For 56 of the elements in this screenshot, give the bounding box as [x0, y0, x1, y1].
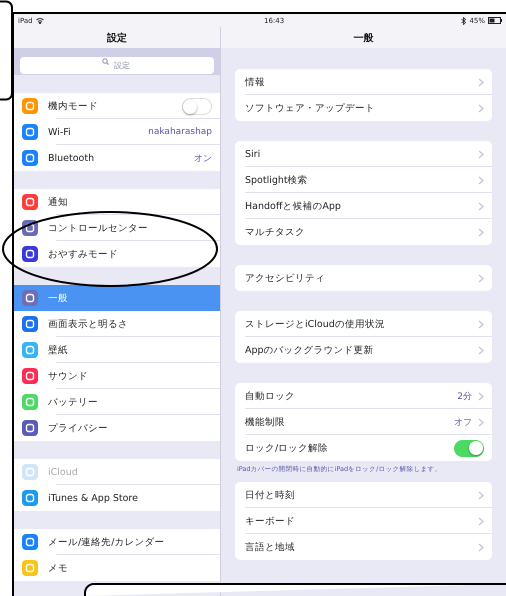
chevron-icon: [478, 418, 484, 426]
sidebar-item[interactable]: コントロールセンター: [14, 215, 220, 241]
sidebar-item[interactable]: 壁紙: [14, 337, 220, 363]
settings-row[interactable]: ロック/ロック解除: [235, 435, 492, 461]
settings-row[interactable]: Siri: [235, 141, 492, 167]
settings-row[interactable]: アクセシビリティ: [235, 265, 492, 291]
settings-row[interactable]: Spotlight検索: [235, 167, 492, 193]
chevron-icon: [478, 392, 484, 400]
settings-row[interactable]: 言語と地域: [235, 534, 492, 560]
chevron-icon: [478, 78, 484, 86]
toggle-switch[interactable]: [182, 98, 212, 114]
setting-value: 2分: [457, 390, 472, 402]
chevron-icon: [478, 542, 484, 552]
settings-row[interactable]: キーボード: [235, 508, 492, 534]
sidebar-item[interactable]: サウンド: [14, 363, 220, 389]
search-field[interactable]: 設定: [20, 57, 214, 74]
chevron-icon: [478, 490, 484, 500]
settings-row[interactable]: 日付と時刻: [235, 482, 492, 508]
sidebar-item[interactable]: Bluetooth オン: [14, 145, 220, 171]
sidebar-item[interactable]: Wi-Fi nakaharashap: [14, 119, 220, 145]
setting-value: オン: [194, 152, 212, 164]
sidebar-item[interactable]: 通知: [14, 189, 220, 215]
page-title: 一般: [354, 32, 374, 44]
sidebar-title: 設定: [107, 31, 127, 44]
settings-row[interactable]: 情報: [235, 69, 492, 95]
toggle-switch[interactable]: [454, 440, 484, 456]
chevron-icon: [478, 274, 484, 282]
chevron-icon: [478, 320, 484, 328]
bluetooth-icon: [461, 16, 466, 24]
chevron-icon: [478, 346, 484, 354]
sidebar-item[interactable]: バッテリー: [14, 389, 220, 415]
sidebar-item[interactable]: メモ: [14, 555, 220, 581]
sidebar-item[interactable]: メール/連絡先/カレンダー: [14, 529, 220, 555]
chevron-icon: [478, 202, 484, 210]
search-icon: [102, 58, 109, 65]
settings-row[interactable]: Appのバックグラウンド更新: [235, 337, 492, 363]
settings-row[interactable]: 機能制限 オフ: [235, 409, 492, 435]
settings-row[interactable]: Handoffと候補のApp: [235, 193, 492, 219]
chevron-icon: [478, 150, 484, 158]
chevron-icon: [478, 228, 484, 236]
wifi-icon: [36, 18, 44, 24]
sidebar-item[interactable]: プライバシー: [14, 415, 220, 441]
settings-row[interactable]: マルチタスク: [235, 219, 492, 245]
chevron-icon: [478, 176, 484, 184]
chevron-icon: [478, 516, 484, 526]
sidebar-item[interactable]: おやすみモード: [14, 241, 220, 267]
battery-icon: [488, 17, 502, 24]
settings-row[interactable]: ソフトウェア・アップデート: [235, 95, 492, 121]
setting-value: オフ: [454, 416, 472, 428]
sidebar-item[interactable]: 画面表示と明るさ: [14, 311, 220, 337]
setting-value: nakaharashap: [148, 127, 212, 137]
settings-row[interactable]: 自動ロック 2分: [235, 383, 492, 409]
settings-row[interactable]: ストレージとiCloudの使用状況: [235, 311, 492, 337]
chevron-icon: [478, 104, 484, 112]
sidebar-item[interactable]: iTunes & App Store: [14, 485, 220, 511]
sidebar-item[interactable]: 機内モード: [14, 93, 220, 119]
